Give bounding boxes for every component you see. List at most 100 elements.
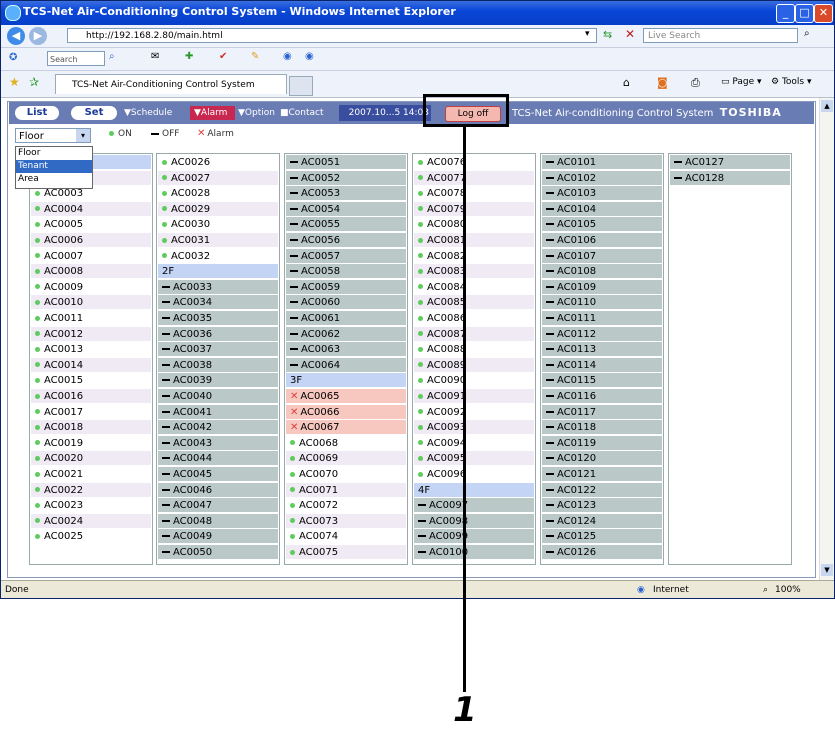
check-icon[interactable]: ✔ <box>219 51 227 62</box>
unit-row[interactable]: AC0081 <box>414 233 534 248</box>
contact-menu[interactable]: ■Contact <box>280 106 324 120</box>
unit-row[interactable]: AC0048 <box>158 513 278 529</box>
unit-row[interactable]: AC0119 <box>542 435 662 451</box>
unit-row[interactable]: AC0112 <box>542 326 662 342</box>
toolbar-search-icon[interactable]: ⌕ <box>109 51 115 62</box>
unit-row[interactable]: AC0092 <box>414 404 534 420</box>
unit-row[interactable]: AC0115 <box>542 373 662 389</box>
unit-row[interactable]: AC0040 <box>158 389 278 404</box>
highlight-icon[interactable]: ✎ <box>251 51 259 62</box>
unit-row[interactable]: AC0088 <box>414 342 534 358</box>
unit-row[interactable]: AC0031 <box>158 233 278 248</box>
forward-icon[interactable]: ▶ <box>29 27 47 45</box>
unit-row[interactable]: AC0084 <box>414 279 534 295</box>
unit-row[interactable]: AC0125 <box>542 529 662 545</box>
unit-row[interactable]: AC0072 <box>286 498 406 514</box>
add-favorite-icon[interactable]: ✰ <box>29 75 39 89</box>
schedule-menu[interactable]: ▼Schedule <box>124 106 172 120</box>
url-input[interactable]: http://192.168.2.80/main.html <box>67 28 597 43</box>
unit-row[interactable]: AC0057 <box>286 248 406 264</box>
group-select[interactable]: Floor ▾ <box>15 128 91 143</box>
globe-icon[interactable]: ◉ <box>283 51 292 62</box>
scroll-up-icon[interactable]: ▲ <box>821 100 833 112</box>
unit-row[interactable]: AC0098 <box>414 513 534 529</box>
unit-row[interactable]: AC0034 <box>158 295 278 311</box>
unit-row[interactable]: AC0094 <box>414 435 534 451</box>
list-button[interactable]: List <box>15 106 59 120</box>
alarm-menu[interactable]: ▼Alarm <box>190 106 235 120</box>
unit-row[interactable]: AC0019 <box>31 435 151 451</box>
unit-row[interactable]: AC0075 <box>286 545 406 560</box>
unit-row[interactable]: AC0095 <box>414 451 534 467</box>
unit-row[interactable]: AC0029 <box>158 201 278 217</box>
unit-row[interactable]: AC0028 <box>158 186 278 202</box>
unit-row[interactable]: AC0105 <box>542 217 662 233</box>
set-button[interactable]: Set <box>71 106 117 120</box>
unit-row[interactable]: AC0015 <box>31 373 151 389</box>
unit-row[interactable]: AC0074 <box>286 529 406 545</box>
unit-row[interactable]: AC0087 <box>414 326 534 342</box>
unit-row[interactable]: AC0030 <box>158 217 278 233</box>
unit-row[interactable]: AC0051 <box>286 155 406 170</box>
dropdown-option-tenant[interactable]: Tenant <box>16 160 92 173</box>
unit-row[interactable]: AC0008 <box>31 264 151 280</box>
unit-row[interactable]: AC0044 <box>158 451 278 467</box>
unit-row[interactable]: AC0070 <box>286 467 406 482</box>
unit-row[interactable]: AC0078 <box>414 186 534 202</box>
unit-row[interactable]: AC0106 <box>542 233 662 248</box>
unit-row[interactable]: AC0047 <box>158 498 278 514</box>
unit-row[interactable]: AC0043 <box>158 435 278 451</box>
unit-row[interactable]: AC0068 <box>286 435 406 451</box>
unit-row[interactable]: AC0050 <box>158 545 278 560</box>
unit-row[interactable]: AC0021 <box>31 467 151 482</box>
unit-row[interactable]: AC0111 <box>542 311 662 326</box>
unit-row[interactable]: AC0124 <box>542 513 662 529</box>
unit-row[interactable]: AC0006 <box>31 233 151 248</box>
unit-row[interactable]: AC0126 <box>542 545 662 560</box>
unit-row[interactable]: AC0060 <box>286 295 406 311</box>
help-icon[interactable]: ◉ <box>305 51 314 62</box>
unit-row[interactable]: AC0085 <box>414 295 534 311</box>
unit-row[interactable]: AC0054 <box>286 201 406 217</box>
unit-row[interactable]: AC0062 <box>286 326 406 342</box>
unit-row[interactable]: AC0052 <box>286 170 406 186</box>
unit-row[interactable]: AC0091 <box>414 389 534 404</box>
scroll-down-icon[interactable]: ▼ <box>821 564 833 576</box>
unit-row[interactable]: AC0104 <box>542 201 662 217</box>
home-icon[interactable]: ⌂ <box>623 76 630 89</box>
unit-row[interactable]: AC0041 <box>158 404 278 420</box>
unit-row[interactable]: AC0026 <box>158 155 278 170</box>
unit-row[interactable]: AC0025 <box>31 529 151 545</box>
unit-row[interactable]: AC0063 <box>286 342 406 358</box>
unit-row[interactable]: AC0018 <box>31 420 151 436</box>
tools-menu[interactable]: ⚙ Tools ▾ <box>771 77 812 87</box>
unit-row[interactable]: AC0121 <box>542 467 662 482</box>
maximize-button[interactable]: □ <box>795 4 814 23</box>
unit-row[interactable]: AC0069 <box>286 451 406 467</box>
unit-row[interactable]: AC0113 <box>542 342 662 358</box>
unit-row[interactable]: AC0023 <box>31 498 151 514</box>
unit-row[interactable]: AC0014 <box>31 357 151 373</box>
unit-row[interactable]: AC0013 <box>31 342 151 358</box>
unit-row[interactable]: AC0093 <box>414 420 534 436</box>
unit-row[interactable]: AC0076 <box>414 155 534 170</box>
dropdown-arrow-icon[interactable]: ▾ <box>585 29 590 39</box>
favorites-star-icon[interactable]: ★ <box>9 75 20 89</box>
unit-row[interactable]: AC0077 <box>414 170 534 186</box>
unit-row[interactable]: AC0110 <box>542 295 662 311</box>
unit-row[interactable]: AC0099 <box>414 529 534 545</box>
unit-row[interactable]: AC0035 <box>158 311 278 326</box>
print-icon[interactable]: ⎙ <box>691 76 700 90</box>
option-menu[interactable]: ▼Option <box>238 106 275 120</box>
unit-row[interactable]: AC0108 <box>542 264 662 280</box>
search-icon[interactable]: ⌕ <box>804 28 810 39</box>
unit-row[interactable]: AC0117 <box>542 404 662 420</box>
unit-row[interactable]: AC0011 <box>31 311 151 326</box>
unit-row[interactable]: AC0071 <box>286 482 406 498</box>
unit-row[interactable]: AC0061 <box>286 311 406 326</box>
add-icon[interactable]: ✚ <box>185 51 193 62</box>
unit-row[interactable]: AC0120 <box>542 451 662 467</box>
mail-icon[interactable]: ✉ <box>151 51 159 62</box>
toolbar-search-input[interactable]: Search web... <box>47 51 105 79</box>
unit-row[interactable]: AC0042 <box>158 420 278 436</box>
